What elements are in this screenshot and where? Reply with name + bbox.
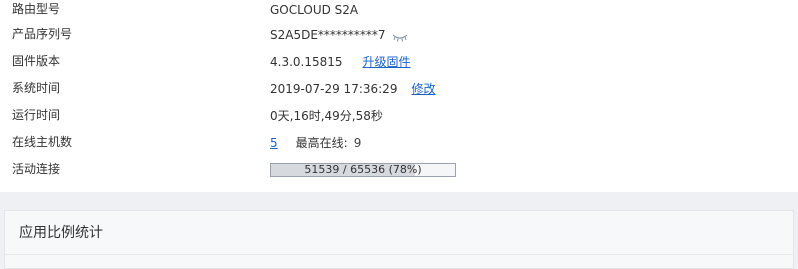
model-label: 路由型号: [12, 2, 61, 16]
max-online-label: 最高在线:: [295, 136, 348, 150]
app-ratio-stats-panel: 应用比例统计: [4, 210, 794, 269]
online-hosts-label: 在线主机数: [12, 135, 73, 149]
row-system-time: 系统时间 2019-07-29 17:36:29 修改: [0, 75, 798, 102]
modify-time-link[interactable]: 修改: [411, 80, 435, 97]
uptime-label: 运行时间: [12, 108, 61, 122]
max-online-value: 9: [353, 135, 362, 150]
row-online-hosts: 在线主机数 5 最高在线: 9: [0, 129, 798, 156]
stats-panel-title: 应用比例统计: [19, 225, 103, 241]
active-connections-value: 51539 / 65536 (78%): [270, 156, 456, 183]
firmware-value: 4.3.0.15815 升级固件: [270, 48, 411, 75]
upgrade-firmware-link[interactable]: 升级固件: [363, 53, 411, 70]
online-hosts-count-link[interactable]: 5: [270, 136, 278, 150]
firmware-label: 固件版本: [12, 54, 61, 68]
system-time-label: 系统时间: [12, 81, 61, 95]
firmware-version-text: 4.3.0.15815: [270, 54, 343, 69]
serial-value: S2A5DE**********7: [270, 21, 408, 48]
serial-label: 产品序列号: [12, 27, 73, 41]
model-value: GOCLOUD S2A: [270, 0, 358, 23]
system-time-value: 2019-07-29 17:36:29 修改: [270, 75, 435, 102]
row-active-connections: 活动连接 51539 / 65536 (78%): [0, 156, 798, 183]
connections-progress-text: 51539 / 65536 (78%): [304, 162, 422, 176]
connections-progress-bar: 51539 / 65536 (78%): [270, 162, 456, 177]
serial-text: S2A5DE**********7: [270, 27, 386, 42]
uptime-text: 0天,16时,49分,58秒: [270, 109, 383, 123]
stats-panel-header: 应用比例统计: [5, 211, 793, 255]
eye-closed-icon[interactable]: [392, 31, 408, 42]
row-serial: 产品序列号 S2A5DE**********7: [0, 21, 798, 48]
online-hosts-value: 5 最高在线: 9: [270, 129, 361, 156]
model-text: GOCLOUD S2A: [270, 2, 359, 17]
uptime-value: 0天,16时,49分,58秒: [270, 102, 383, 129]
row-model: 路由型号 GOCLOUD S2A: [0, 0, 798, 23]
row-firmware: 固件版本 4.3.0.15815 升级固件: [0, 48, 798, 75]
active-connections-label: 活动连接: [12, 162, 61, 176]
system-time-text: 2019-07-29 17:36:29: [270, 81, 398, 96]
device-info-panel: 路由型号 GOCLOUD S2A 产品序列号 S2A5DE**********7…: [0, 0, 798, 192]
row-uptime: 运行时间 0天,16时,49分,58秒: [0, 102, 798, 129]
